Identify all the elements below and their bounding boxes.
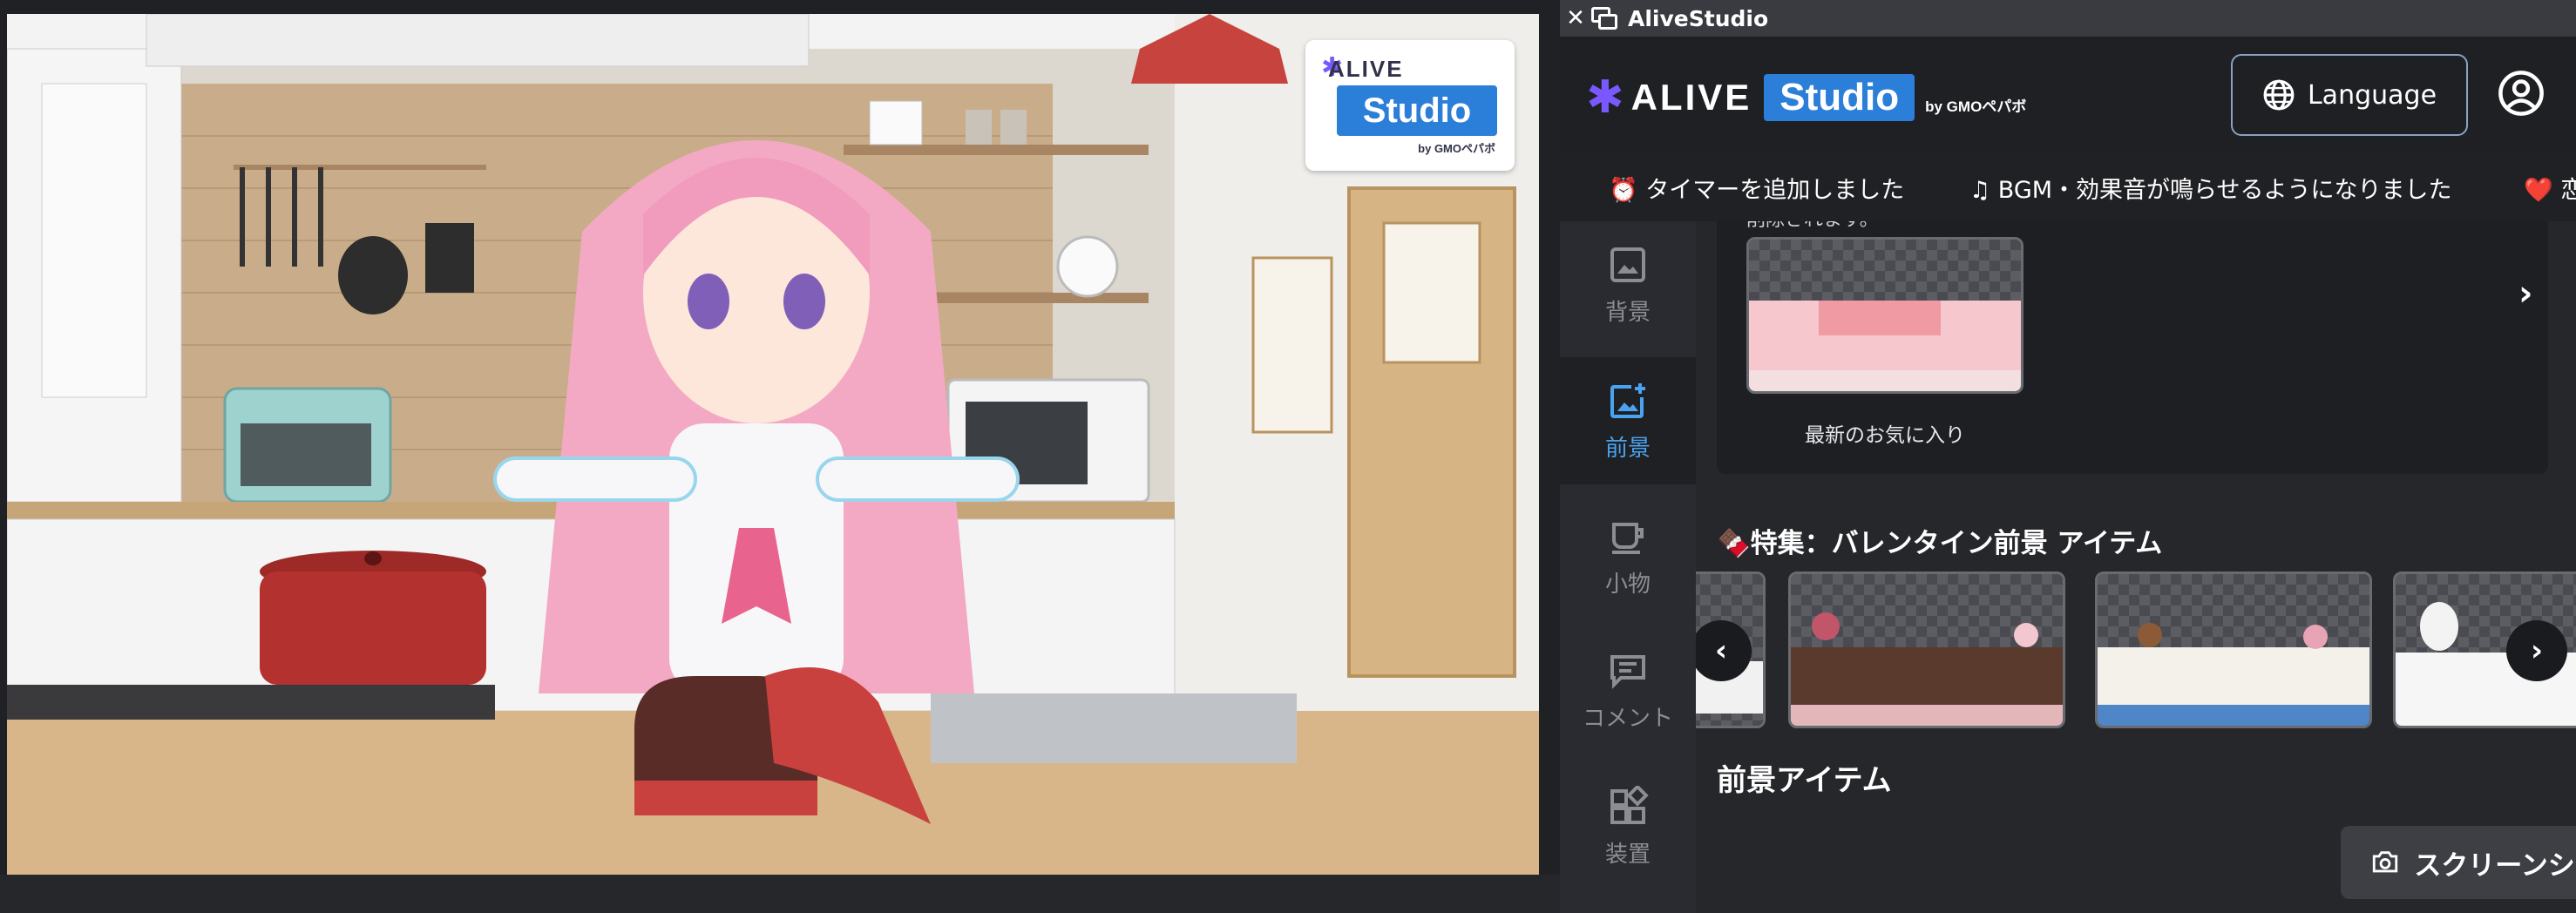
screenshot-label: スクリーンショット (2414, 849, 2576, 882)
globe-icon (2263, 79, 2295, 111)
ticker-item: ♫ BGM・効果音が鳴らせるようになりました (1969, 177, 2452, 204)
sidebar-item-background[interactable]: 背景 (1560, 221, 1696, 348)
watermark-brand: ALIVE (1328, 56, 1404, 82)
logo-brand: ALIVE (1630, 77, 1752, 118)
sidebar-item-props[interactable]: 小物 (1560, 493, 1696, 620)
language-label: Language (2307, 79, 2437, 111)
sidebar-item-devices[interactable]: 装置 (1560, 763, 1696, 890)
language-button[interactable]: Language (2231, 54, 2468, 136)
window-restore-icon (1591, 7, 1617, 30)
stage-footer-bar (0, 875, 1560, 913)
stage-preview: ✱ ALIVE Studio by GMOペパボ (0, 0, 1560, 913)
logo-by: by GMOペパボ (1925, 98, 2027, 115)
cup-icon (1612, 522, 1644, 554)
account-icon[interactable] (2498, 70, 2545, 117)
widgets-icon (1610, 785, 1649, 824)
feature-item-thumbnail[interactable] (1788, 571, 2065, 728)
app-header: ✱ ALIVE Studio by GMOペパボ Language (1560, 37, 2576, 153)
watermark-product: Studio (1337, 85, 1497, 136)
comment-icon (1610, 654, 1645, 689)
window-title: AliveStudio (1628, 5, 1769, 31)
chevron-left-icon: ‹ (1714, 633, 1727, 668)
ticker-item: ❤️ 恋 (2524, 177, 2576, 204)
favorites-card: 削除されます。 最新のお気に入り › (1717, 221, 2548, 474)
control-panel: ✕ AliveStudio ✱ ALIVE Studio by GMOペパボ L… (1560, 0, 2576, 913)
feature-carousel: ‹ › (1696, 571, 2576, 728)
foreground-preview-white-table (2098, 574, 2369, 726)
favorite-item-thumbnail[interactable] (1746, 237, 2024, 394)
logo-product: Studio (1764, 74, 1915, 121)
favorites-note: 削除されます。 (1746, 221, 1879, 232)
window-titlebar: ✕ AliveStudio (1560, 0, 2576, 37)
close-icon[interactable]: ✕ (1560, 5, 1591, 31)
image-icon (1610, 247, 1645, 282)
foreground-preview-chocolate-table (1791, 574, 2063, 726)
sidebar-item-label: 前景 (1604, 435, 1651, 462)
watermark-by: by GMOペパボ (1418, 142, 1495, 155)
foreground-preview-pink-table (1749, 240, 2021, 391)
category-sidebar: 背景 前景 小物 コメント 装置 (1560, 221, 1696, 913)
carousel-next-button[interactable]: › (2506, 620, 2567, 681)
camera-icon (2373, 851, 2398, 873)
sidebar-item-foreground[interactable]: 前景 (1560, 357, 1696, 484)
app-logo[interactable]: ✱ ALIVE Studio by GMOペパボ (1586, 71, 2026, 124)
feature-section-title: 🍫特集：バレンタイン前景 アイテム (1717, 528, 2163, 559)
chevron-right-icon[interactable]: › (2518, 274, 2532, 314)
chevron-right-icon: › (2530, 633, 2543, 668)
ticker-item: ⏰ タイマーを追加しました (1609, 177, 1905, 204)
image-plus-icon (1610, 382, 1645, 418)
sidebar-item-label: 背景 (1604, 299, 1651, 326)
screenshot-button[interactable]: スクリーンショット (2341, 826, 2576, 899)
feature-item-thumbnail[interactable] (2095, 571, 2372, 728)
sidebar-item-label: 小物 (1604, 571, 1651, 598)
sidebar-item-label: コメント (1582, 705, 1673, 732)
news-ticker: ⏰ タイマーを追加しました ♫ BGM・効果音が鳴らせるようになりました ❤️ … (1560, 153, 2576, 221)
favorite-item-label: 最新のお気に入り (1805, 424, 1965, 447)
sidebar-item-comments[interactable]: コメント (1560, 627, 1696, 754)
studio-watermark-logo: ✱ ALIVE Studio by GMOペパボ (1305, 40, 1515, 171)
items-section-title: 前景アイテム (1717, 763, 1892, 798)
brand-star-icon: ✱ (1586, 71, 1624, 124)
content-area: 削除されます。 最新のお気に入り › 🍫特集：バレンタイン前景 アイテム (1696, 221, 2576, 913)
sidebar-item-label: 装置 (1604, 841, 1651, 868)
scene-canvas: ✱ ALIVE Studio by GMOペパボ (7, 14, 1539, 875)
